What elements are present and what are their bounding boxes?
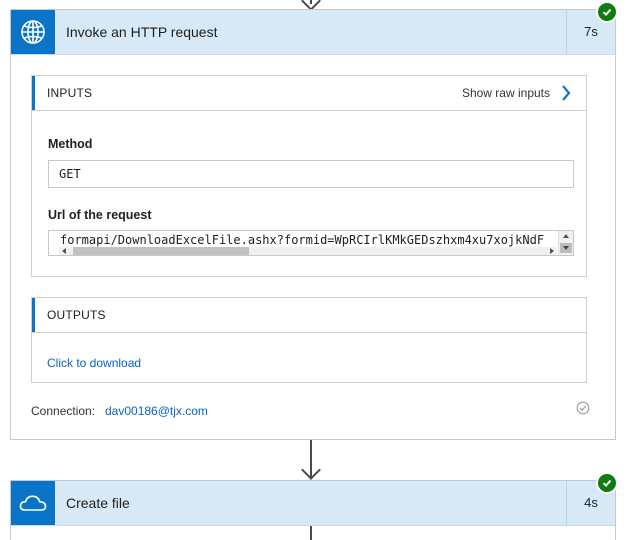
scroll-down-button[interactable] <box>560 243 572 253</box>
scroll-right-arrow-icon[interactable] <box>550 248 554 254</box>
flow-arrow-middle <box>301 460 321 480</box>
step-header[interactable]: Invoke an HTTP request 7s <box>11 10 615 55</box>
horizontal-scroll-thumb[interactable] <box>73 247 249 255</box>
step-title: Invoke an HTTP request <box>66 24 218 40</box>
success-check-icon <box>596 1 618 23</box>
success-check-icon <box>596 472 618 494</box>
method-value: GET <box>59 167 81 181</box>
outputs-header[interactable]: OUTPUTS <box>32 298 586 333</box>
url-field[interactable]: formapi/DownloadExcelFile.ashx?formid=Wp… <box>48 230 574 256</box>
method-label: Method <box>48 137 93 151</box>
outputs-label: OUTPUTS <box>47 308 106 322</box>
step-card-create-file: Create file 4s <box>10 480 616 540</box>
scroll-down-arrow-icon <box>563 246 569 250</box>
show-raw-inputs-link[interactable]: Show raw inputs <box>462 76 550 110</box>
connection-account-link[interactable]: dav00186@tjx.com <box>105 404 208 418</box>
inputs-label: INPUTS <box>47 86 93 100</box>
scroll-left-arrow-icon[interactable] <box>62 248 66 254</box>
chevron-right-icon[interactable] <box>561 85 571 101</box>
url-label: Url of the request <box>48 208 152 222</box>
connection-ok-icon <box>576 401 590 415</box>
scroll-up-arrow-icon[interactable] <box>563 234 569 238</box>
section-accent-bar <box>32 298 35 332</box>
url-value: formapi/DownloadExcelFile.ashx?formid=Wp… <box>60 233 545 247</box>
step-title: Create file <box>66 495 130 511</box>
horizontal-scrollbar[interactable] <box>59 247 557 255</box>
onedrive-cloud-icon <box>11 481 55 525</box>
inputs-header[interactable]: INPUTS Show raw inputs <box>32 76 586 111</box>
method-field[interactable]: GET <box>48 160 574 188</box>
globe-icon <box>11 10 55 54</box>
section-accent-bar <box>32 76 35 110</box>
step-card-invoke-http: Invoke an HTTP request 7s INPUTS Show ra… <box>10 9 616 440</box>
inputs-section: INPUTS Show raw inputs Method GET Url of… <box>31 75 587 277</box>
vertical-scrollbar[interactable] <box>558 231 573 255</box>
outputs-section: OUTPUTS Click to download <box>31 297 587 383</box>
step-header[interactable]: Create file 4s <box>11 481 615 526</box>
flow-connector-bottom <box>310 526 312 540</box>
connection-label: Connection: <box>31 404 96 418</box>
click-to-download-link[interactable]: Click to download <box>47 356 141 370</box>
